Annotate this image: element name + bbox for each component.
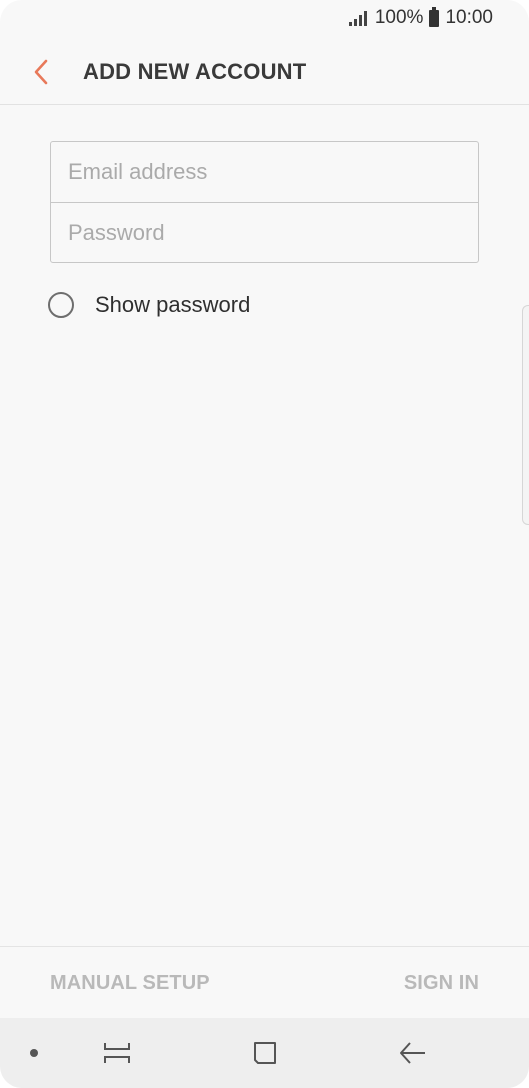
password-field[interactable] xyxy=(51,202,478,262)
home-icon xyxy=(254,1042,276,1064)
nav-hide-dot[interactable] xyxy=(30,1049,38,1057)
signal-icon xyxy=(348,10,367,26)
show-password-label: Show password xyxy=(95,292,251,317)
nav-back-button[interactable] xyxy=(395,1037,431,1069)
phone-screen: 100% 10:00 ADD NEW ACCOUNT Show password… xyxy=(0,0,529,1088)
email-field[interactable] xyxy=(51,142,478,202)
back-button[interactable] xyxy=(22,50,62,94)
chevron-left-icon xyxy=(34,59,48,85)
navigation-bar xyxy=(0,1018,529,1088)
manual-setup-button[interactable]: MANUAL SETUP xyxy=(50,972,210,995)
battery-percent: 100% xyxy=(374,7,424,28)
recents-icon xyxy=(104,1043,130,1063)
app-header: ADD NEW ACCOUNT xyxy=(0,40,529,105)
login-fields xyxy=(50,141,479,263)
show-password-checkbox[interactable] xyxy=(48,292,74,318)
recents-button[interactable] xyxy=(99,1037,135,1069)
back-arrow-icon xyxy=(400,1042,425,1064)
status-bar: 100% 10:00 xyxy=(0,0,529,36)
page-title: ADD NEW ACCOUNT xyxy=(83,59,307,84)
bottom-action-bar: MANUAL SETUP SIGN IN xyxy=(0,946,529,1019)
battery-icon xyxy=(429,6,440,27)
show-password-toggle[interactable]: Show password xyxy=(48,289,250,321)
sign-in-button[interactable]: SIGN IN xyxy=(404,972,479,995)
edge-panel-handle[interactable] xyxy=(522,305,529,525)
status-indicators: 100% 10:00 xyxy=(348,6,493,30)
clock: 10:00 xyxy=(445,7,493,28)
home-button[interactable] xyxy=(247,1037,283,1069)
